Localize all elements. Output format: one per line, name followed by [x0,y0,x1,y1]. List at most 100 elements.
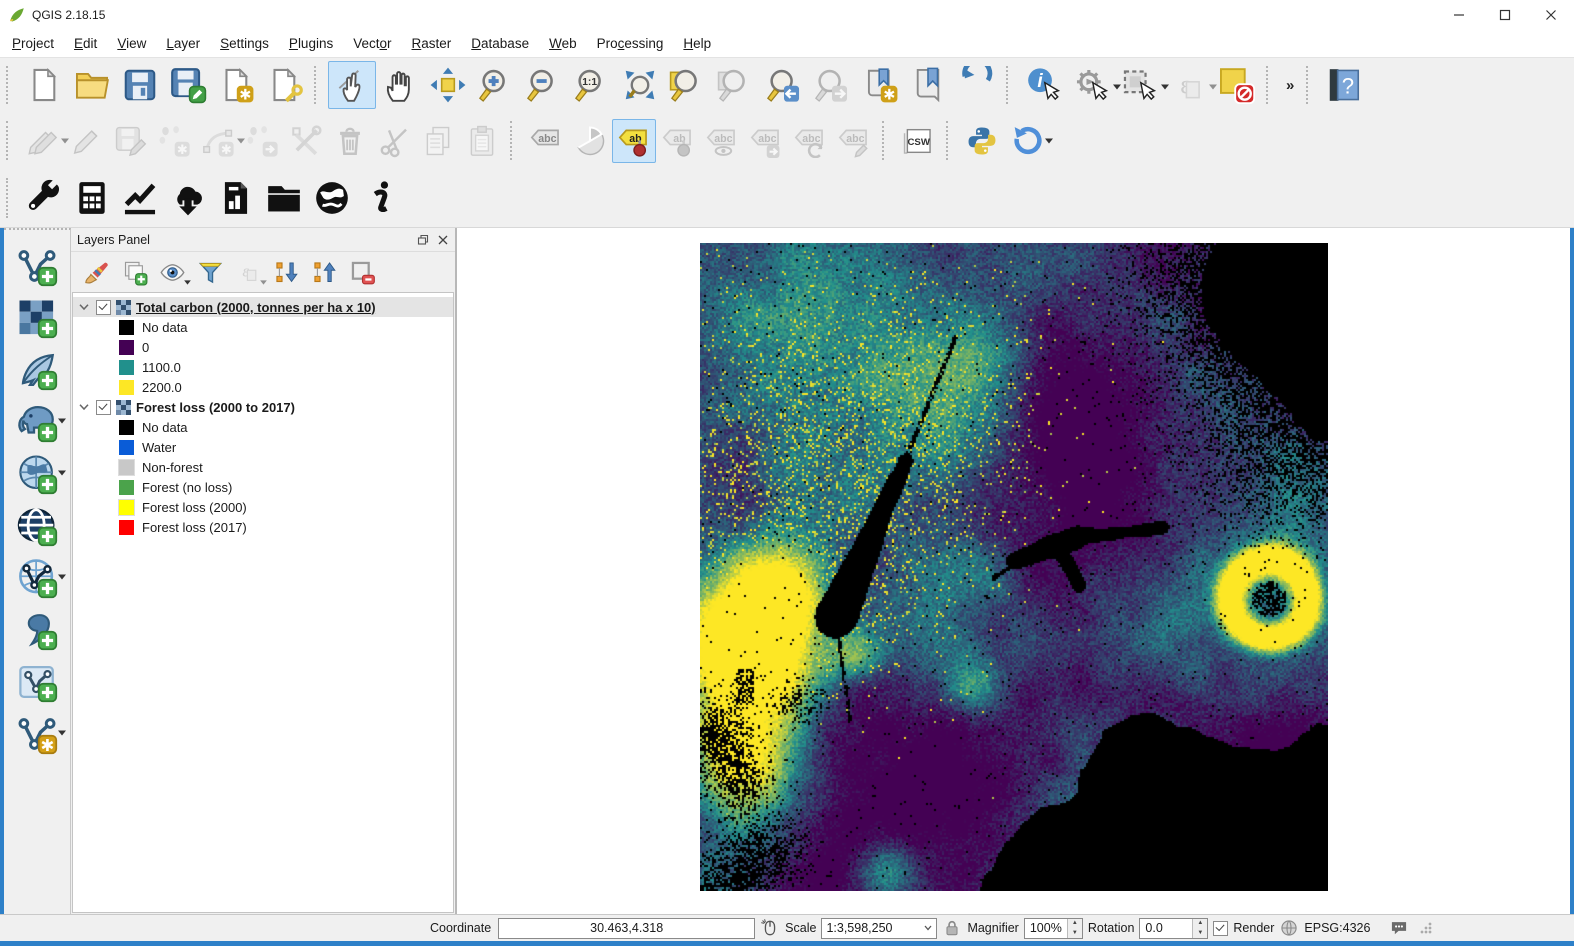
expander-icon[interactable] [79,303,91,312]
composer-manager-button[interactable] [260,61,308,109]
plugin-folder-button[interactable] [260,174,308,222]
menu-layer[interactable]: Layer [156,32,210,55]
add-wms-layer-button[interactable] [10,448,64,500]
toolbar-drag-handle[interactable] [1006,66,1016,104]
refresh-button[interactable] [952,61,1000,109]
menu-project[interactable]: Project [2,32,64,55]
plugin-globe-button[interactable] [308,174,356,222]
float-panel-icon[interactable] [417,234,429,246]
zoom-to-layer-button[interactable] [664,61,712,109]
metasearch-csw-button[interactable]: CSW [896,119,940,163]
manage-visibility-button[interactable] [153,255,191,289]
cut-features-button[interactable] [372,119,416,163]
save-project-as-button[interactable] [164,61,212,109]
plugin-calculator-button[interactable] [68,174,116,222]
close-button[interactable] [1528,0,1574,30]
dropdown-arrow-icon[interactable] [58,470,66,476]
current-edits-button[interactable] [20,119,64,163]
new-shapefile-layer-button[interactable]: ✱ [10,708,64,760]
move-label-button[interactable]: abc [744,119,788,163]
layer-checkbox[interactable] [96,300,111,315]
menu-web[interactable]: Web [539,32,587,55]
menu-edit[interactable]: Edit [64,32,107,55]
zoom-native-button[interactable]: 1:1 [568,61,616,109]
highlight-pinned-labels-button[interactable]: ab [656,119,700,163]
pin-unpin-labels-button[interactable]: ab [612,119,656,163]
maximize-button[interactable] [1482,0,1528,30]
select-features-button[interactable] [1116,61,1164,109]
toolbar-drag-handle[interactable] [1306,66,1316,104]
save-layer-edits-button[interactable] [108,119,152,163]
menu-settings[interactable]: Settings [210,32,279,55]
coordinate-input[interactable]: 30.463,4.318 [498,918,755,939]
pan-to-selection-button[interactable] [424,61,472,109]
pan-map-button[interactable] [376,61,424,109]
dropdown-arrow-icon[interactable] [260,280,267,285]
dropdown-arrow-icon[interactable] [58,418,66,424]
dropdown-arrow-icon[interactable] [58,574,66,580]
zoom-full-button[interactable] [616,61,664,109]
remove-layer-button[interactable] [343,255,381,289]
rotation-spinbox[interactable]: 0.0 ▲▼ [1139,918,1208,939]
zoom-last-button[interactable] [760,61,808,109]
new-project-button[interactable] [20,61,68,109]
zoom-in-button[interactable] [472,61,520,109]
messages-icon[interactable] [1389,918,1409,938]
plugin-statistics-button[interactable] [116,174,164,222]
expander-icon[interactable] [79,403,91,412]
add-postgis-layer-button[interactable] [10,396,64,448]
layer-item[interactable]: Forest loss (2000 to 2017) [73,397,453,417]
extents-toggle-icon[interactable] [760,918,780,938]
modify-attributes-button[interactable] [284,119,328,163]
magnifier-spinbox[interactable]: 100% ▲▼ [1024,918,1083,939]
menu-raster[interactable]: Raster [402,32,462,55]
map-viewport[interactable] [457,228,1570,914]
toolbar-drag-handle[interactable] [1266,66,1276,104]
layer-labeling-options-button[interactable]: abc [524,119,568,163]
new-geopackage-layer-button[interactable] [10,656,64,708]
show-bookmarks-button[interactable] [904,61,952,109]
menu-database[interactable]: Database [461,32,539,55]
dropdown-arrow-icon[interactable] [58,730,66,736]
change-label-button[interactable]: abc [832,119,876,163]
map-canvas-raster[interactable] [700,243,1328,891]
help-button[interactable]: ? [1320,61,1368,109]
menu-view[interactable]: View [107,32,156,55]
paste-features-button[interactable] [460,119,504,163]
add-vector-layer-button[interactable] [10,240,64,292]
layer-checkbox[interactable] [96,400,111,415]
resize-grip[interactable] [1420,922,1432,934]
close-panel-icon[interactable] [437,234,449,246]
plugin-download-button[interactable] [164,174,212,222]
plugin-info-button[interactable] [356,174,404,222]
plugin-report-button[interactable] [212,174,260,222]
add-spatialite-layer-button[interactable] [10,344,64,396]
render-checkbox-box[interactable] [1213,921,1228,936]
toolbar-drag-handle[interactable] [6,66,16,104]
toolbar-drag-handle[interactable] [946,121,956,161]
python-console-button[interactable] [960,119,1004,163]
toolbar-drag-handle[interactable] [6,178,16,219]
menu-help[interactable]: Help [673,32,721,55]
move-feature-button[interactable] [240,119,284,163]
collapse-all-button[interactable] [305,255,343,289]
run-feature-action-button[interactable] [1068,61,1116,109]
filter-expression-button[interactable]: ε [229,255,267,289]
add-wcs-layer-button[interactable] [10,500,64,552]
expand-all-button[interactable] [267,255,305,289]
new-bookmark-button[interactable]: ✱ [856,61,904,109]
zoom-out-button[interactable] [520,61,568,109]
crs-status-icon[interactable] [1279,918,1299,938]
copy-features-button[interactable] [416,119,460,163]
add-wfs-layer-button[interactable] [10,552,64,604]
show-hide-labels-button[interactable]: abc [700,119,744,163]
select-by-expression-button[interactable]: ε [1164,61,1212,109]
toggle-editing-button[interactable] [64,119,108,163]
menu-plugins[interactable]: Plugins [279,32,343,55]
layer-diagram-options-button[interactable] [568,119,612,163]
add-group-button[interactable] [115,255,153,289]
filter-legend-button[interactable] [191,255,229,289]
toolbar-drag-handle[interactable] [510,121,520,161]
toolbar-drag-handle[interactable] [882,121,892,161]
scale-lock-icon[interactable] [942,918,962,938]
